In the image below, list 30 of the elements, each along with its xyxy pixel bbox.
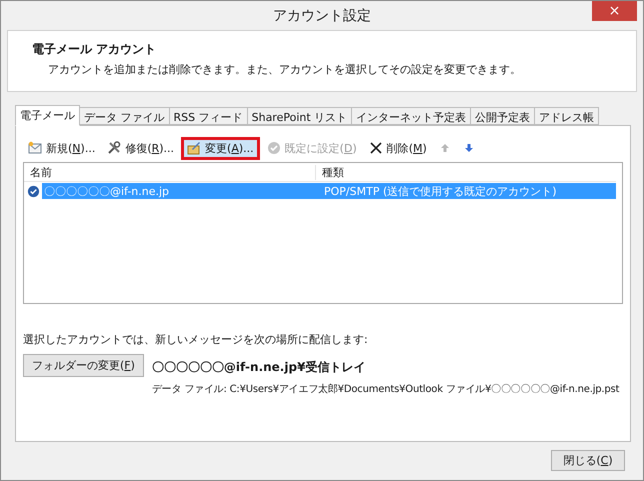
delivery-location: 〇〇〇〇〇〇@if-n.ne.jp¥受信トレイ	[152, 359, 366, 376]
tab[interactable]: アドレス帳	[535, 107, 600, 125]
account-type: POP/SMTP (送信で使用する既定のアカウント)	[323, 184, 557, 198]
section-description: アカウントを追加または削除できます。また、アカウントを選択してその設定を変更できます。	[47, 62, 522, 77]
tab[interactable]: 電子メール	[15, 105, 80, 126]
window-title: アカウント設定	[273, 6, 371, 24]
close-button[interactable]: ×	[592, 1, 637, 21]
tab[interactable]: SharePoint リスト	[248, 107, 352, 125]
tools-icon	[107, 141, 122, 155]
check-circle-icon	[266, 141, 281, 155]
toolbar-button[interactable]: 修復(R)...	[102, 138, 180, 158]
toolbar-button[interactable]: 変更(A)...	[181, 136, 260, 160]
toolbar-button[interactable]: 削除(M)	[364, 138, 432, 158]
data-file-path: データ ファイル: C:¥Users¥アイエフ太郎¥Documents¥Outlook ファイル¥〇〇〇〇〇〇@if-n.ne.jp.pst	[152, 382, 620, 396]
change-folder-button[interactable]: フォルダーの変更(F)	[23, 354, 144, 377]
folder-icon	[187, 141, 202, 155]
tab[interactable]: インターネット予定表	[352, 107, 472, 125]
down-arrow-icon[interactable]	[464, 143, 474, 153]
column-header: 名前	[24, 164, 316, 180]
column-header: 種類	[321, 164, 344, 180]
toolbar-button[interactable]: 新規(N)...	[23, 138, 100, 158]
cross-icon	[368, 141, 383, 155]
close-dialog-button[interactable]: 閉じる(C)	[551, 450, 625, 471]
delivery-label: 選択したアカウントでは、新しいメッセージを次の場所に配信します:	[23, 332, 369, 347]
envelope-icon	[28, 141, 42, 155]
account-name: 〇〇〇〇〇〇@if-n.ne.jp	[43, 184, 170, 198]
section-title: 電子メール アカウント	[32, 41, 158, 58]
tab[interactable]: 公開予定表	[471, 107, 536, 125]
tab[interactable]: RSS フィード	[170, 107, 248, 125]
tab[interactable]: データ ファイル	[80, 107, 170, 125]
